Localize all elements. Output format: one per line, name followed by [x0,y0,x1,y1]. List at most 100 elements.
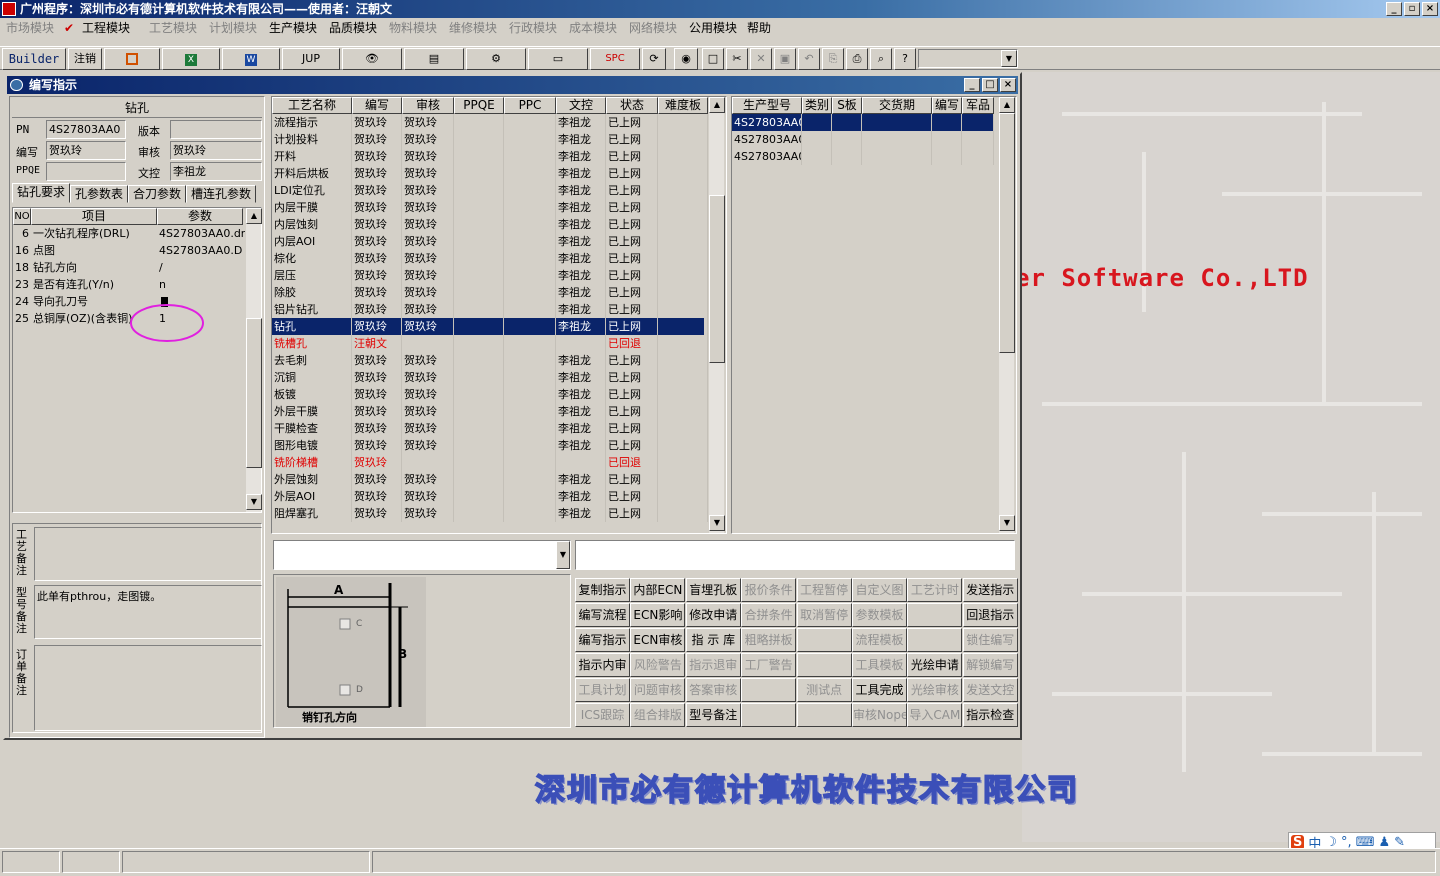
scroll-down-icon[interactable]: ▼ [709,515,725,531]
process-row[interactable]: 内层AOI 贺玖玲 贺玖玲 李祖龙 已上网 [272,233,708,250]
review-field[interactable]: 贺玖玲 [170,141,262,160]
process-combo[interactable]: ▼ [273,540,571,570]
network-icon[interactable]: ⚙ [466,48,526,70]
col-header-item[interactable]: 项目 [31,208,157,225]
tab-slot-params[interactable]: 槽连孔参数 [186,185,257,203]
process-scrollbar[interactable]: ▲ ▼ [708,97,725,533]
child-maximize-button[interactable]: □ [982,78,998,92]
jup-button[interactable]: JUP [282,48,340,70]
cmd-button-1-5[interactable]: 参数模板 [852,603,907,627]
cmd-button-3-1[interactable]: 风险警告 [630,653,686,677]
col-header-no[interactable]: NO [13,208,31,225]
cmd-button-2-4[interactable] [796,628,852,652]
menu-item-4[interactable]: 生产模块 [269,18,317,38]
powerpoint-icon[interactable] [104,48,160,70]
param-row[interactable]: 16 点图 4S27803AA0.D [13,242,245,259]
cmd-button-4-1[interactable]: 问题审核 [630,678,686,702]
cmd-button-0-1[interactable]: 内部ECN [630,578,686,602]
process-row[interactable]: 干膜检查 贺玖玲 贺玖玲 李祖龙 已上网 [272,420,708,437]
process-row[interactable]: 外层AOI 贺玖玲 贺玖玲 李祖龙 已上网 [272,488,708,505]
logout-button[interactable]: 注销 [68,48,102,70]
scroll-down-icon[interactable]: ▼ [246,494,262,510]
process-row[interactable]: 铝片钻孔 贺玖玲 贺玖玲 李祖龙 已上网 [272,301,708,318]
model-col-header-3[interactable]: 交货期 [862,97,932,114]
minimize-button[interactable]: _ [1386,2,1402,16]
save-icon[interactable]: ▣ [774,48,796,70]
cmd-button-0-0[interactable]: 复制指示 [575,578,630,602]
process-row[interactable]: LDI定位孔 贺玖玲 贺玖玲 李祖龙 已上网 [272,182,708,199]
pn-field[interactable]: 4S27803AA0 [46,120,126,139]
menu-item-12[interactable]: 帮助 [747,18,771,38]
menu-item-5[interactable]: 品质模块 [329,18,377,38]
menu-item-8[interactable]: 行政模块 [509,18,557,38]
scroll-down-icon[interactable]: ▼ [999,515,1015,531]
process-col-header-4[interactable]: PPC [504,97,556,114]
process-row[interactable]: 外层干膜 贺玖玲 贺玖玲 李祖龙 已上网 [272,403,708,420]
builder-button[interactable]: Builder [2,48,66,70]
scroll-thumb[interactable] [246,318,262,468]
cmd-button-2-5[interactable]: 流程模板 [852,628,907,652]
cmd-button-0-4[interactable]: 工程暂停 [796,578,852,602]
model-row[interactable]: 4S27803AA0 [732,114,994,131]
menu-item-11[interactable]: 公用模块 [689,18,737,38]
cmd-button-0-2[interactable]: 盲埋孔板 [685,578,741,602]
process-col-header-2[interactable]: 审核 [402,97,454,114]
process-row[interactable]: 棕化 贺玖玲 贺玖玲 李祖龙 已上网 [272,250,708,267]
cmd-button-2-2[interactable]: 指 示 库 [685,628,741,652]
excel-icon[interactable]: X [162,48,220,70]
cmd-button-1-4[interactable]: 取消暂停 [796,603,852,627]
delete-icon[interactable]: ✕ [750,48,772,70]
process-col-header-7[interactable]: 难度板 [658,97,708,114]
param-value[interactable]: / [157,259,245,276]
scroll-up-icon[interactable]: ▲ [709,97,725,113]
model-row[interactable]: 4S27803AA0 [732,148,994,165]
param-value[interactable]: 4S27803AA0.D [157,242,245,259]
scroll-thumb[interactable] [999,113,1015,353]
cmd-button-5-4[interactable] [796,703,852,727]
cmd-button-2-7[interactable]: 锁住编写 [962,628,1018,652]
toolbar-combo[interactable]: ▼ [918,49,1018,68]
cmd-button-3-2[interactable]: 指示退审 [685,653,741,677]
process-remark-field[interactable] [34,527,262,581]
computer-icon[interactable]: ▭ [528,48,588,70]
eye-icon[interactable]: 👁 [342,48,402,70]
process-row[interactable]: 层压 贺玖玲 贺玖玲 李祖龙 已上网 [272,267,708,284]
menu-item-6[interactable]: 物料模块 [389,18,437,38]
scroll-up-icon[interactable]: ▲ [246,208,262,224]
process-row[interactable]: 除胶 贺玖玲 贺玖玲 李祖龙 已上网 [272,284,708,301]
close-button[interactable]: × [1422,2,1438,16]
process-row[interactable]: 开料 贺玖玲 贺玖玲 李祖龙 已上网 [272,148,708,165]
cmd-button-5-2[interactable]: 型号备注 [685,703,741,727]
chevron-down-icon[interactable]: ▼ [1001,50,1017,67]
cmd-button-5-6[interactable]: 导入CAM [907,703,963,727]
cmd-button-5-0[interactable]: ICS跟踪 [575,703,630,727]
tab-combine-params[interactable]: 合刀参数 [128,185,187,203]
param-row[interactable]: 18 钻孔方向 / [13,259,245,276]
process-row[interactable]: 板镀 贺玖玲 贺玖玲 李祖龙 已上网 [272,386,708,403]
cmd-button-1-3[interactable]: 合拼条件 [741,603,797,627]
word-icon[interactable]: W [222,48,280,70]
cmd-button-1-2[interactable]: 修改申请 [685,603,741,627]
cmd-button-5-1[interactable]: 组合排版 [630,703,686,727]
menu-item-3[interactable]: 计划模块 [209,18,257,38]
cmd-button-0-6[interactable]: 工艺计时 [907,578,963,602]
menu-item-10[interactable]: 网络模块 [629,18,677,38]
cmd-button-0-3[interactable]: 报价条件 [741,578,797,602]
process-row[interactable]: 阻焊塞孔 贺玖玲 贺玖玲 李祖龙 已上网 [272,505,708,522]
doc-control-field[interactable]: 李祖龙 [170,162,262,181]
child-minimize-button[interactable]: _ [964,78,980,92]
param-row[interactable]: 23 是否有连孔(Y/n) n [13,276,245,293]
cmd-button-3-0[interactable]: 指示内审 [575,653,630,677]
cmd-button-0-5[interactable]: 自定义图 [852,578,907,602]
tab-hole-params[interactable]: 孔参数表 [70,185,129,203]
process-col-header-3[interactable]: PPQE [454,97,504,114]
new-file-icon[interactable]: □ [702,48,724,70]
globe-icon[interactable]: ◉ [674,48,698,70]
model-col-header-0[interactable]: 生产型号 [732,97,802,114]
process-row[interactable]: 外层蚀刻 贺玖玲 贺玖玲 李祖龙 已上网 [272,471,708,488]
maximize-button[interactable]: ▫ [1404,2,1420,16]
process-col-header-5[interactable]: 文控 [556,97,606,114]
param-value[interactable]: 4S27803AA0.drl [157,225,245,242]
menu-item-7[interactable]: 维修模块 [449,18,497,38]
order-remark-field[interactable] [34,645,262,731]
